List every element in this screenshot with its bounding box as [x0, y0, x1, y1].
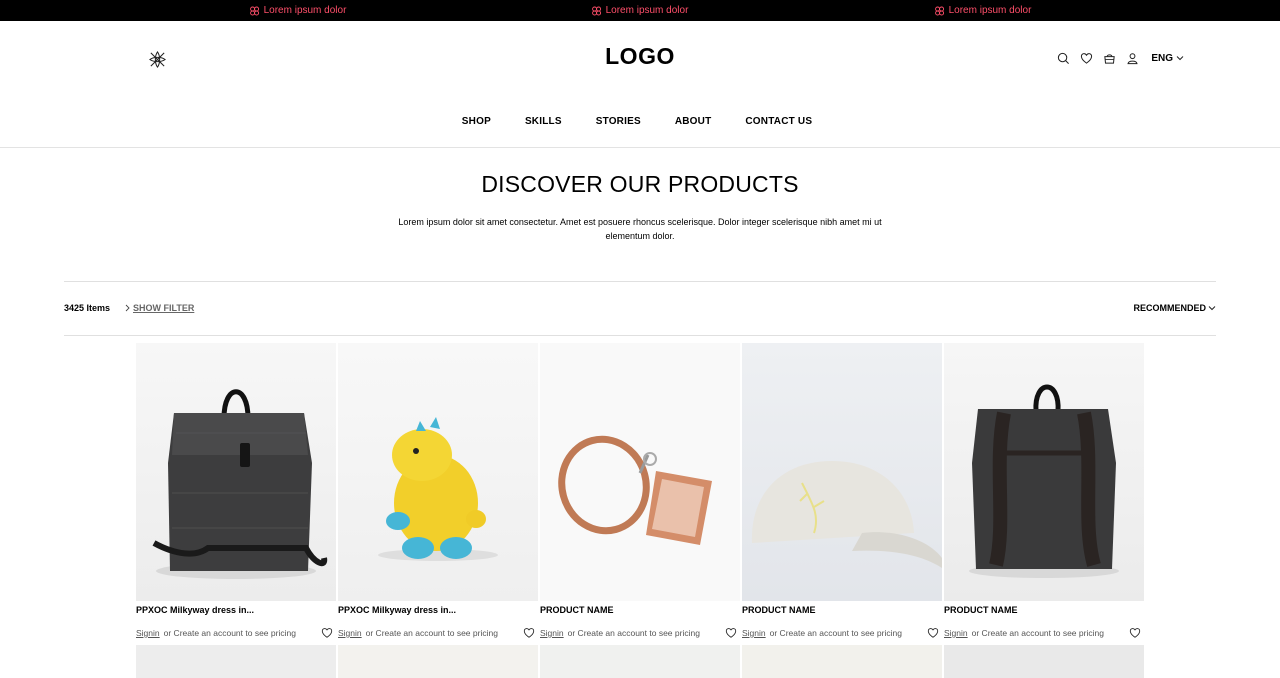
product-card[interactable]: PRODUCT NAME Signin or Create an account… [742, 343, 942, 639]
pricing-text: or Create an account to see pricing [971, 628, 1104, 638]
search-icon [1057, 52, 1069, 64]
sort-label: RECOMMENDED [1133, 303, 1206, 313]
heart-icon[interactable] [1129, 627, 1141, 639]
product-name[interactable]: PRODUCT NAME [540, 605, 740, 617]
announcement-item[interactable]: Lorem ipsum dolor [935, 0, 1032, 21]
product-name[interactable]: PRODUCT NAME [944, 605, 1144, 617]
nav-item-skills[interactable]: SKILLS [525, 116, 562, 127]
signin-link[interactable]: Signin [944, 628, 968, 638]
product-image[interactable] [136, 645, 336, 678]
heart-icon[interactable] [927, 627, 939, 639]
signin-link[interactable]: Signin [540, 628, 564, 638]
product-image[interactable] [540, 343, 740, 601]
product-card[interactable]: PRODUCT NAME Signin or Create an account… [944, 343, 1144, 639]
main-nav: SHOP SKILLS STORIES ABOUT CONTACT US [0, 116, 1280, 127]
signin-link[interactable]: Signin [742, 628, 766, 638]
heart-icon[interactable] [321, 627, 333, 639]
page-description: Lorem ipsum dolor sit amet consectetur. … [398, 217, 882, 241]
pricing-text: or Create an account to see pricing [769, 628, 902, 638]
announcement-text: Lorem ipsum dolor [263, 5, 347, 16]
search-button[interactable] [1056, 51, 1070, 65]
product-image[interactable] [338, 343, 538, 601]
account-button[interactable] [1125, 51, 1139, 65]
item-count: 3425 Items [64, 303, 111, 313]
flower-icon [250, 6, 260, 15]
heart-icon[interactable] [725, 627, 737, 639]
nav-item-contact-us[interactable]: CONTACT US [745, 116, 812, 127]
announcement-text: Lorem ipsum dolor [605, 5, 689, 16]
product-card[interactable]: PPXOC Milkyway dress in... Signin or Cre… [338, 343, 538, 639]
language-label: ENG [1151, 52, 1173, 64]
header-actions: ENG [1056, 50, 1184, 66]
show-filter-button[interactable]: SHOW FILTER [124, 303, 194, 313]
toolbar-top-divider [64, 281, 1216, 282]
nav-item-shop[interactable]: SHOP [462, 116, 491, 127]
pricing-row: Signin or Create an account to see prici… [540, 627, 740, 639]
pricing-row: Signin or Create an account to see prici… [338, 627, 538, 639]
pricing-row: Signin or Create an account to see prici… [944, 627, 1144, 639]
wishlist-button[interactable] [1079, 51, 1093, 65]
product-name[interactable]: PPXOC Milkyway dress in... [338, 605, 538, 617]
show-filter-label: SHOW FILTER [133, 303, 195, 313]
chevron-down-icon [1208, 306, 1216, 311]
product-image[interactable] [944, 343, 1144, 601]
signin-link[interactable]: Signin [136, 628, 160, 638]
sort-dropdown[interactable]: RECOMMENDED [1133, 303, 1216, 313]
flower-icon [935, 6, 945, 15]
product-name[interactable]: PPXOC Milkyway dress in... [136, 605, 336, 617]
nav-item-stories[interactable]: STORIES [596, 116, 641, 127]
page-title: DISCOVER OUR PRODUCTS [481, 171, 799, 197]
toolbar-bottom-divider [64, 335, 1216, 336]
announcement-bar: Lorem ipsum dolor Lorem ipsum dolor Lore… [0, 0, 1280, 21]
nav-item-about[interactable]: ABOUT [675, 116, 712, 127]
product-image[interactable] [742, 645, 942, 678]
product-name[interactable]: PRODUCT NAME [742, 605, 942, 617]
product-card[interactable]: PPXOC Milkyway dress in... Signin or Cre… [136, 343, 336, 639]
product-image[interactable] [944, 645, 1144, 678]
product-card[interactable]: PRODUCT NAME Signin or Create an account… [540, 343, 740, 639]
pricing-row: Signin or Create an account to see prici… [136, 627, 336, 639]
product-grid-next-row [136, 645, 1144, 678]
product-image[interactable] [742, 343, 942, 601]
heart-icon [1080, 52, 1092, 64]
pricing-text: or Create an account to see pricing [365, 628, 498, 638]
announcement-text: Lorem ipsum dolor [948, 5, 1032, 16]
chevron-down-icon [1176, 56, 1184, 61]
chevron-right-icon [125, 304, 130, 312]
product-grid: PPXOC Milkyway dress in... Signin or Cre… [136, 343, 1144, 639]
header-divider [0, 147, 1280, 148]
pricing-text: or Create an account to see pricing [567, 628, 700, 638]
pricing-text: or Create an account to see pricing [163, 628, 296, 638]
heart-icon[interactable] [523, 627, 535, 639]
language-selector[interactable]: ENG [1151, 53, 1184, 64]
pricing-row: Signin or Create an account to see prici… [742, 627, 942, 639]
product-image[interactable] [136, 343, 336, 601]
announcement-item[interactable]: Lorem ipsum dolor [250, 0, 347, 21]
product-image[interactable] [338, 645, 538, 678]
product-image[interactable] [540, 645, 740, 678]
signin-link[interactable]: Signin [338, 628, 362, 638]
announcement-item[interactable]: Lorem ipsum dolor [592, 0, 689, 21]
flower-icon [592, 6, 602, 15]
user-icon [1127, 52, 1138, 64]
bag-icon [1104, 53, 1115, 64]
cart-button[interactable] [1102, 51, 1116, 65]
